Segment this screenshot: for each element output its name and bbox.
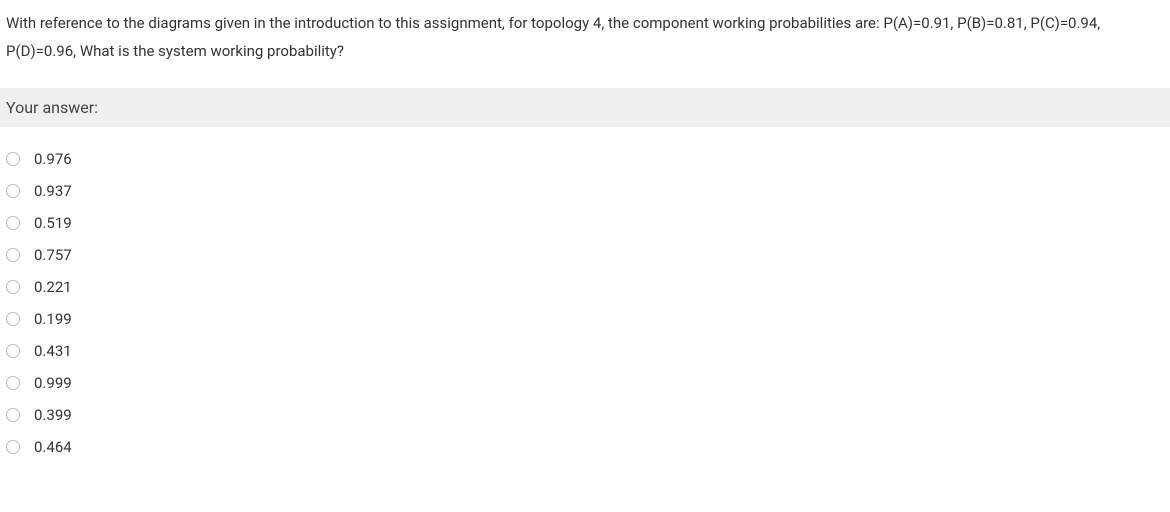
option-label: 0.464 bbox=[34, 438, 72, 456]
option-row[interactable]: 0.199 bbox=[0, 303, 1170, 335]
option-label: 0.199 bbox=[34, 310, 72, 328]
option-row[interactable]: 0.757 bbox=[0, 239, 1170, 271]
radio-icon bbox=[6, 376, 20, 390]
option-label: 0.221 bbox=[34, 278, 72, 296]
option-row[interactable]: 0.519 bbox=[0, 207, 1170, 239]
radio-icon bbox=[6, 152, 20, 166]
option-label: 0.937 bbox=[34, 182, 72, 200]
option-label: 0.999 bbox=[34, 374, 72, 392]
radio-icon bbox=[6, 216, 20, 230]
option-label: 0.757 bbox=[34, 246, 72, 264]
options-list: 0.976 0.937 0.519 0.757 0.221 0.199 0.43… bbox=[0, 127, 1170, 463]
option-label: 0.519 bbox=[34, 214, 72, 232]
option-label: 0.976 bbox=[34, 150, 72, 168]
option-label: 0.399 bbox=[34, 406, 72, 424]
answer-header: Your answer: bbox=[0, 88, 1170, 127]
option-row[interactable]: 0.464 bbox=[0, 431, 1170, 463]
radio-icon bbox=[6, 184, 20, 198]
radio-icon bbox=[6, 344, 20, 358]
radio-icon bbox=[6, 408, 20, 422]
option-row[interactable]: 0.431 bbox=[0, 335, 1170, 367]
question-text: With reference to the diagrams given in … bbox=[0, 0, 1170, 66]
option-row[interactable]: 0.399 bbox=[0, 399, 1170, 431]
radio-icon bbox=[6, 248, 20, 262]
option-row[interactable]: 0.221 bbox=[0, 271, 1170, 303]
radio-icon bbox=[6, 312, 20, 326]
radio-icon bbox=[6, 280, 20, 294]
option-row[interactable]: 0.999 bbox=[0, 367, 1170, 399]
option-row[interactable]: 0.937 bbox=[0, 175, 1170, 207]
option-label: 0.431 bbox=[34, 342, 72, 360]
option-row[interactable]: 0.976 bbox=[0, 143, 1170, 175]
radio-icon bbox=[6, 440, 20, 454]
